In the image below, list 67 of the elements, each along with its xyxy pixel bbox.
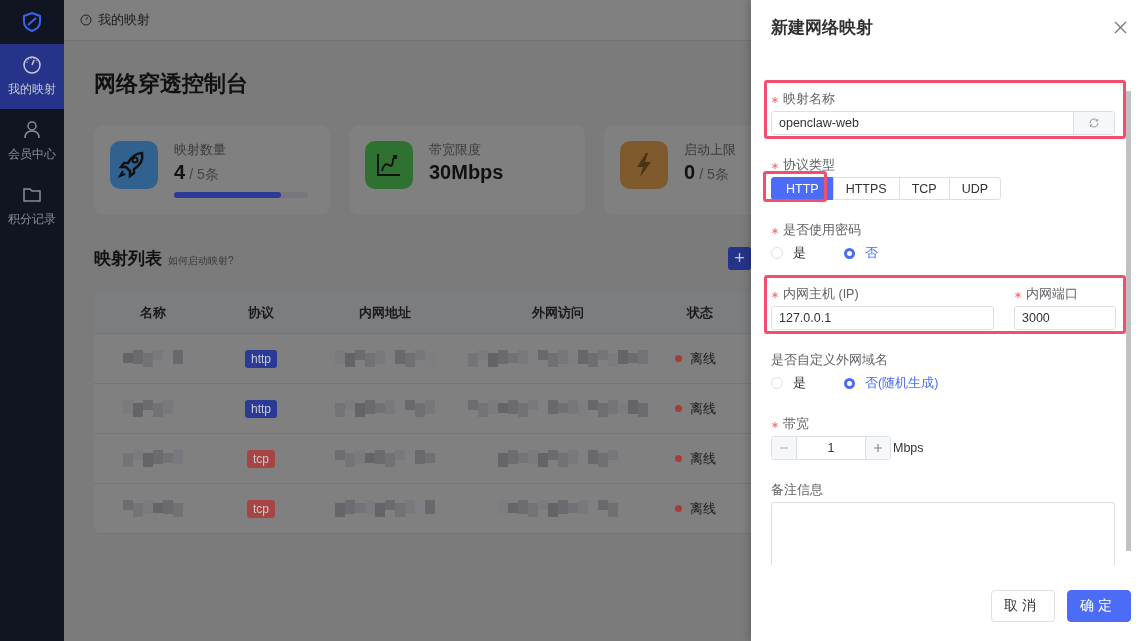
input-field[interactable]: 3000 — [1014, 306, 1116, 330]
plus-icon — [873, 443, 883, 453]
radio-option[interactable]: 否 — [844, 244, 878, 262]
redacted-text — [123, 450, 183, 468]
segment-option[interactable]: HTTPS — [832, 177, 900, 200]
field-label: 是否使用密码 — [783, 221, 861, 239]
field-label: 是否自定义外网域名 — [771, 351, 888, 369]
user-icon — [22, 120, 42, 140]
protocol-tag: tcp — [247, 499, 275, 518]
stat-value: 30Mbps — [429, 161, 504, 184]
stat-value: 0 / 5条 — [684, 161, 730, 184]
refresh-icon — [1088, 117, 1100, 129]
number-stepper[interactable]: 1 — [771, 436, 891, 460]
input-field[interactable]: 127.0.0.1 — [771, 306, 994, 330]
column-header: 协议 — [212, 292, 310, 334]
confirm-button[interactable]: 确定 — [1067, 590, 1131, 622]
folder-icon — [22, 185, 42, 205]
gauge-icon — [80, 14, 92, 26]
radio-button[interactable] — [844, 247, 855, 259]
column-header: 外网访问 — [460, 292, 655, 334]
page-title: 网络穿透控制台 — [94, 70, 248, 98]
shield-logo-icon — [22, 12, 42, 32]
drawer-title: 新建网络映射 — [771, 17, 873, 39]
sidebar-item[interactable]: 积分记录 — [0, 174, 64, 239]
stat-label: 映射数量 — [174, 141, 227, 159]
radio-option[interactable]: 否(随机生成) — [844, 374, 939, 392]
field-label: 协议类型 — [783, 156, 835, 174]
sidebar-item[interactable]: 会员中心 — [0, 109, 64, 174]
input-field[interactable]: openclaw-web — [771, 111, 1115, 135]
status-text: 离线 — [690, 499, 716, 518]
column-header: 名称 — [94, 292, 212, 334]
redacted-text — [123, 350, 183, 368]
status-text: 离线 — [690, 399, 716, 418]
protocol-tag: http — [245, 399, 277, 418]
status-text: 离线 — [690, 349, 716, 368]
refresh-button[interactable] — [1073, 112, 1114, 134]
sidebar-item[interactable]: 我的映射 — [0, 44, 64, 109]
stat-label: 启动上限 — [684, 141, 736, 159]
field-label: 备注信息 — [771, 481, 823, 499]
section-title: 映射列表 — [94, 248, 162, 270]
field-label: 内网主机 (IP) — [783, 285, 859, 303]
segment-option[interactable]: UDP — [948, 177, 1002, 200]
status-text: 离线 — [690, 449, 716, 468]
text-area[interactable] — [771, 502, 1115, 565]
scrollbar[interactable] — [1126, 91, 1131, 551]
redacted-text — [123, 500, 183, 518]
plus-button[interactable] — [866, 437, 890, 459]
protocol-tag: http — [245, 349, 277, 368]
column-header: 内网地址 — [310, 292, 460, 334]
column-header: 状态 — [655, 292, 745, 334]
cancel-button[interactable]: 取消 — [991, 590, 1055, 622]
segment-option[interactable]: TCP — [898, 177, 950, 200]
minus-button[interactable] — [772, 437, 796, 459]
field-label: 内网端口 — [1026, 285, 1078, 303]
add-button[interactable]: + — [728, 247, 751, 270]
gauge-icon — [22, 55, 42, 75]
radio-button[interactable] — [844, 377, 855, 389]
field-label: 映射名称 — [783, 90, 835, 108]
breadcrumb[interactable]: 我的映射 — [98, 11, 150, 29]
radio-option[interactable]: 是 — [771, 374, 806, 392]
protocol-tag: tcp — [247, 449, 275, 468]
stat-label: 带宽限度 — [429, 141, 482, 159]
close-icon[interactable] — [1114, 21, 1127, 34]
unit-label: Mbps — [893, 441, 924, 455]
radio-option[interactable]: 是 — [771, 244, 806, 262]
field-label: 带宽 — [783, 415, 809, 433]
stat-value: 4 / 5条 — [174, 161, 220, 184]
